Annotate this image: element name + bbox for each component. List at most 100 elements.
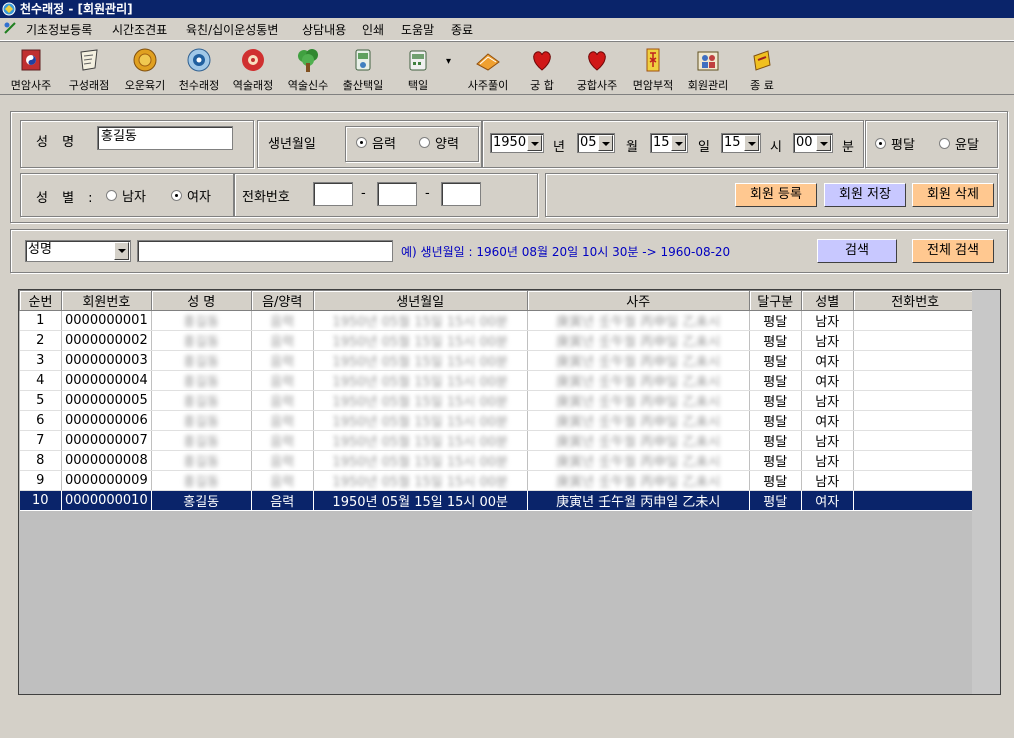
female-radio[interactable] xyxy=(171,190,182,201)
redacted-text: 庚寅년 壬午월 丙申일 乙未시 xyxy=(556,315,721,330)
cell-month-type: 평달 xyxy=(749,490,802,511)
year-unit: 년 xyxy=(553,140,565,155)
column-header-gender[interactable]: 성별 xyxy=(800,290,854,311)
heart-icon xyxy=(533,51,551,71)
toolbar-saju-puri[interactable]: 사주풀이 xyxy=(458,44,518,92)
search-all-button[interactable]: 전체 검색 xyxy=(912,239,994,263)
normal-month-label: 평달 xyxy=(891,138,915,153)
cell-birth-date: 1950년 05월 15일 15시 00분 xyxy=(313,430,528,451)
cell-seq: 7 xyxy=(19,430,62,451)
normal-month-radio[interactable] xyxy=(875,138,886,149)
table-row[interactable]: 8 0000000008 홍길동 음력 1950년 05월 15일 15시 00분 庚寅년… xyxy=(19,450,978,471)
table-row[interactable]: 9 0000000009 홍길동 음력 1950년 05월 15일 15시 00분 庚寅년… xyxy=(19,470,978,491)
search-button[interactable]: 검색 xyxy=(817,239,897,263)
cell-seq: 9 xyxy=(19,470,62,491)
gender-label: 성 별 : xyxy=(36,191,93,206)
column-header-birth-date[interactable]: 생년월일 xyxy=(312,290,528,311)
toolbar-yeoksul-sinsu[interactable]: 역술신수 xyxy=(280,44,336,92)
column-header-member-no[interactable]: 회원번호 xyxy=(61,290,152,311)
male-radio[interactable] xyxy=(106,190,117,201)
cell-birth-date: 1950년 05월 15일 15시 00분 xyxy=(313,390,528,411)
chevron-down-icon[interactable] xyxy=(671,135,686,151)
toolbar-yeoksul-raejeong[interactable]: 역술래정 xyxy=(226,44,280,92)
toolbar-myeonam-bujeok[interactable]: 면암부적 xyxy=(626,44,680,92)
cell-saju: 庚寅년 壬午월 丙申일 乙未시 xyxy=(527,430,750,451)
chevron-down-icon[interactable] xyxy=(744,135,759,151)
phone-part1-input[interactable] xyxy=(313,182,353,206)
redacted-text: 1950년 05월 15일 15시 00분 xyxy=(332,335,509,350)
cell-saju: 庚寅년 壬午월 丙申일 乙未시 xyxy=(527,330,750,351)
table-row[interactable]: 6 0000000006 홍길동 음력 1950년 05월 15일 15시 00분 庚寅년… xyxy=(19,410,978,431)
table-row[interactable]: 3 0000000003 홍길동 음력 1950년 05월 15일 15시 00분 庚寅년… xyxy=(19,350,978,371)
menu-help[interactable]: 도움말 xyxy=(401,21,434,38)
toolbar-gunghap-saju[interactable]: 궁합사주 xyxy=(570,44,624,92)
phone-part3-input[interactable] xyxy=(441,182,481,206)
redacted-text: 庚寅년 壬午월 丙申일 乙未시 xyxy=(556,415,721,430)
table-row[interactable]: 7 0000000007 홍길동 음력 1950년 05월 15일 15시 00분 庚寅년… xyxy=(19,430,978,451)
year-select[interactable]: 1950 xyxy=(490,133,544,153)
cell-calendar-type: 음력 xyxy=(251,330,314,351)
leap-month-radio[interactable] xyxy=(939,138,950,149)
cell-phone xyxy=(853,350,978,371)
toolbar-chulsan-taegil[interactable]: 출산택일 xyxy=(336,44,390,92)
cell-calendar-type: 음력 xyxy=(251,350,314,371)
register-member-button[interactable]: 회원 등록 xyxy=(735,183,817,207)
column-header-calendar-type[interactable]: 음/양력 xyxy=(250,290,314,311)
toolbar-member-management[interactable]: 회원관리 xyxy=(680,44,736,92)
table-row[interactable]: 10 0000000010 홍길동 음력 1950년 05월 15일 15시 00분 庚寅… xyxy=(19,490,978,511)
menu-basic-info[interactable]: 기초정보등록 xyxy=(26,21,92,38)
menu-print[interactable]: 인쇄 xyxy=(362,21,384,38)
toolbar-gunghap[interactable]: 궁 합 xyxy=(520,44,564,92)
app-menu-icon[interactable] xyxy=(3,21,17,35)
toolbar-exit[interactable]: 종 료 xyxy=(742,44,782,92)
minute-select[interactable]: 00 xyxy=(793,133,833,153)
month-select[interactable]: 05 xyxy=(577,133,615,153)
table-row[interactable]: 5 0000000005 홍길동 음력 1950년 05월 15일 15시 00분 庚寅년… xyxy=(19,390,978,411)
column-header-saju[interactable]: 사주 xyxy=(526,290,750,311)
table-scrollbar[interactable] xyxy=(972,290,1000,694)
search-field-select[interactable]: 성명 xyxy=(25,240,131,262)
menu-time-table[interactable]: 시간조견표 xyxy=(112,21,167,38)
search-input[interactable] xyxy=(137,240,393,262)
toolbar-myeonam-saju[interactable]: 면암사주 xyxy=(4,44,58,92)
toolbar-cheonsu-raejeong[interactable]: 천수래정 xyxy=(172,44,226,92)
chevron-down-icon[interactable] xyxy=(816,135,831,151)
hour-select[interactable]: 15 xyxy=(721,133,761,153)
save-member-button[interactable]: 회원 저장 xyxy=(824,183,906,207)
window-title: 천수래정 - [회원관리] xyxy=(20,2,133,16)
cell-birth-date: 1950년 05월 15일 15시 00분 xyxy=(313,310,528,331)
table-row[interactable]: 2 0000000002 홍길동 음력 1950년 05월 15일 15시 00분 庚寅년… xyxy=(19,330,978,351)
solar-label: 양력 xyxy=(435,137,459,152)
column-header-seq[interactable]: 순번 xyxy=(19,290,62,311)
menu-exit[interactable]: 종료 xyxy=(451,21,473,38)
chevron-down-icon[interactable] xyxy=(527,135,542,151)
lunar-radio[interactable] xyxy=(356,137,367,148)
toolbar-guseong-raejeom[interactable]: 구성래점 xyxy=(62,44,116,92)
phone-part2-input[interactable] xyxy=(377,182,417,206)
menu-six-relations[interactable]: 육친/십이운성통변 xyxy=(186,21,278,38)
cell-seq: 10 xyxy=(19,490,62,511)
eye-icon xyxy=(187,48,211,72)
column-header-month-type[interactable]: 달구분 xyxy=(748,290,802,311)
cell-seq: 4 xyxy=(19,370,62,391)
delete-member-button[interactable]: 회원 삭제 xyxy=(912,183,994,207)
day-select[interactable]: 15 xyxy=(650,133,688,153)
exit-icon xyxy=(753,50,771,71)
talisman-icon xyxy=(646,48,660,72)
menu-consultation[interactable]: 상담내용 xyxy=(302,21,346,38)
name-input[interactable]: 홍길동 xyxy=(97,126,233,150)
column-header-phone[interactable]: 전화번호 xyxy=(852,290,978,311)
members-icon xyxy=(697,51,719,71)
toolbar-taegil[interactable]: 택일 xyxy=(398,44,438,92)
toolbar-dropdown-icon[interactable]: ▾ xyxy=(446,56,451,67)
redacted-text: 음력 xyxy=(270,355,295,370)
table-row[interactable]: 1 0000000001 홍길동 음력 1950년 05월 15일 15시 00분 庚寅년… xyxy=(19,310,978,331)
column-header-name[interactable]: 성 명 xyxy=(150,290,252,311)
table-row[interactable]: 4 0000000004 홍길동 음력 1950년 05월 15일 15시 00분 庚寅년… xyxy=(19,370,978,391)
cell-member-no: 0000000010 xyxy=(61,490,152,511)
month-unit: 월 xyxy=(626,140,638,155)
chevron-down-icon[interactable] xyxy=(114,242,129,260)
solar-radio[interactable] xyxy=(419,137,430,148)
chevron-down-icon[interactable] xyxy=(598,135,613,151)
toolbar-oun-yukgi[interactable]: 오운육기 xyxy=(118,44,172,92)
